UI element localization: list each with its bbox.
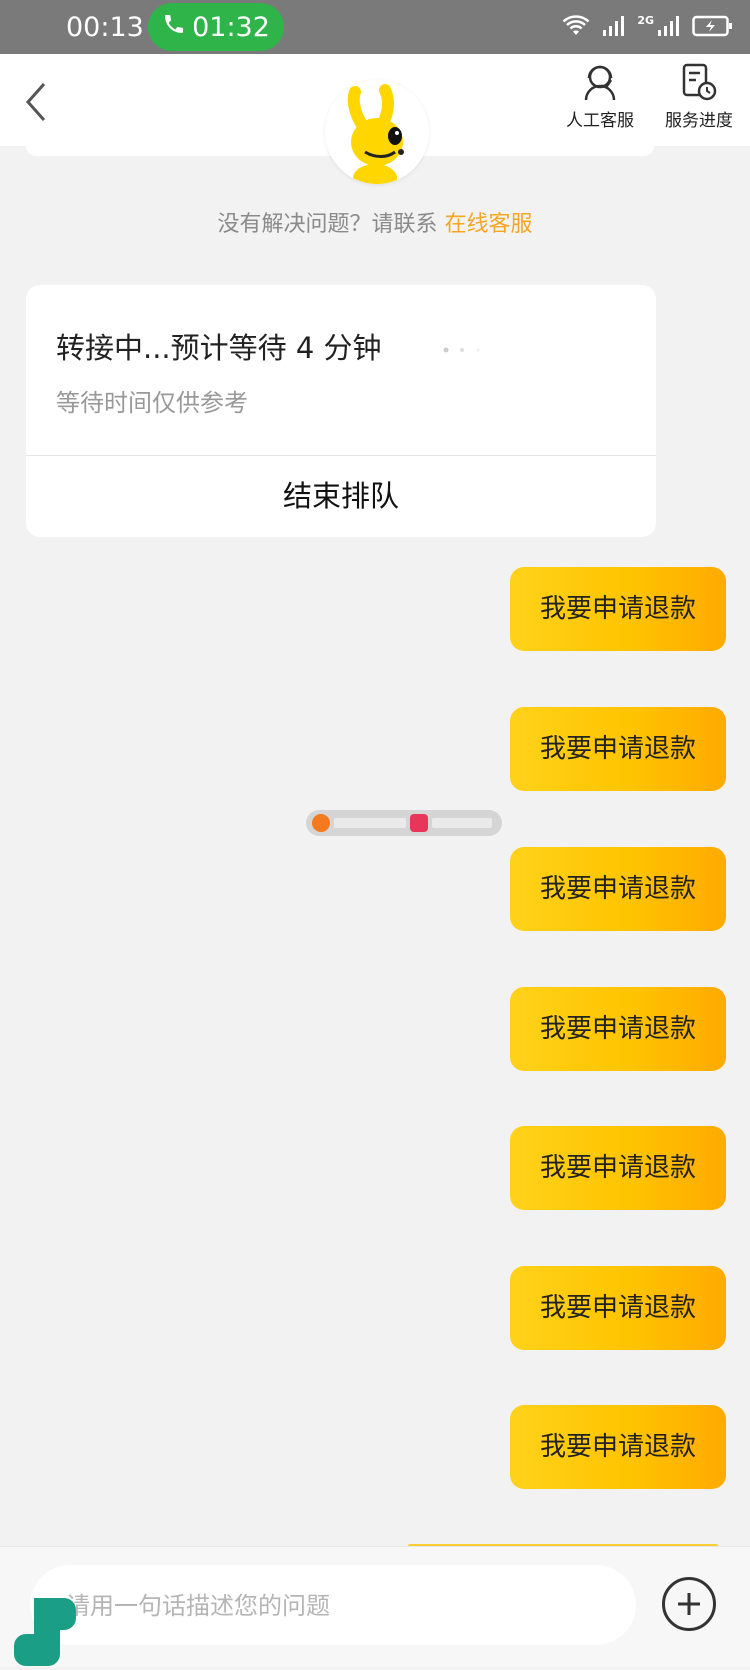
status-icons: 2G <box>561 14 734 42</box>
end-queue-button[interactable]: 结束排队 <box>26 455 656 537</box>
eye-logo-icon <box>410 814 428 832</box>
user-message-bubble: 我要申请退款 <box>510 567 726 651</box>
status-bar: 00:13 01:32 2G <box>0 0 750 54</box>
human-service-button[interactable]: 人工客服 <box>555 62 645 131</box>
add-button[interactable] <box>662 1577 716 1631</box>
document-clock-icon <box>654 62 744 102</box>
floating-assistant-button[interactable] <box>14 1598 76 1666</box>
watermark-overlay <box>306 810 502 836</box>
headset-agent-icon <box>555 62 645 102</box>
hint-text: 没有解决问题？请联系 <box>217 212 438 237</box>
plus-icon <box>678 1593 700 1615</box>
contact-hint: 没有解决问题？请联系 在线客服 <box>0 206 750 238</box>
input-bar <box>0 1546 750 1667</box>
queue-status-card: 转接中...预计等待 4 分钟 等待时间仅供参考 结束排队 <box>26 285 656 537</box>
wifi-icon <box>561 14 591 42</box>
message-input-wrapper <box>30 1565 636 1647</box>
watermark-text-mark <box>334 818 406 828</box>
signal-icon <box>601 14 627 42</box>
user-message-bubble: 我要申请退款 <box>510 987 726 1071</box>
call-timer-pill[interactable]: 01:32 <box>148 3 284 51</box>
mascot-avatar <box>325 80 429 184</box>
signal-icon-2 <box>656 14 682 42</box>
status-time: 00:13 <box>66 12 144 43</box>
service-progress-button[interactable]: 服务进度 <box>654 62 744 131</box>
watermark-text-mark-2 <box>432 818 492 828</box>
user-message-bubble: 我要申请退款 <box>510 847 726 931</box>
floating-shape-icon <box>14 1598 76 1666</box>
message-input[interactable] <box>30 1565 608 1647</box>
online-service-link[interactable]: 在线客服 <box>445 212 533 237</box>
watermark-logo-icon <box>312 814 330 832</box>
network-type: 2G <box>637 13 654 27</box>
loading-dots-icon <box>442 339 482 358</box>
kangaroo-mascot-icon <box>347 84 404 184</box>
phone-icon <box>162 12 186 43</box>
back-icon[interactable] <box>22 80 52 128</box>
queue-title: 转接中...预计等待 4 分钟 <box>56 331 382 365</box>
user-message-bubble: 我要申请退款 <box>510 1266 726 1350</box>
service-progress-label: 服务进度 <box>665 111 733 131</box>
user-message-bubble: 我要申请退款 <box>510 1405 726 1489</box>
call-timer: 01:32 <box>192 11 270 43</box>
battery-icon <box>692 14 734 42</box>
queue-subtitle: 等待时间仅供参考 <box>56 389 248 417</box>
human-service-label: 人工客服 <box>566 111 634 131</box>
user-message-bubble: 我要申请退款 <box>510 1126 726 1210</box>
user-message-bubble: 我要申请退款 <box>510 707 726 791</box>
